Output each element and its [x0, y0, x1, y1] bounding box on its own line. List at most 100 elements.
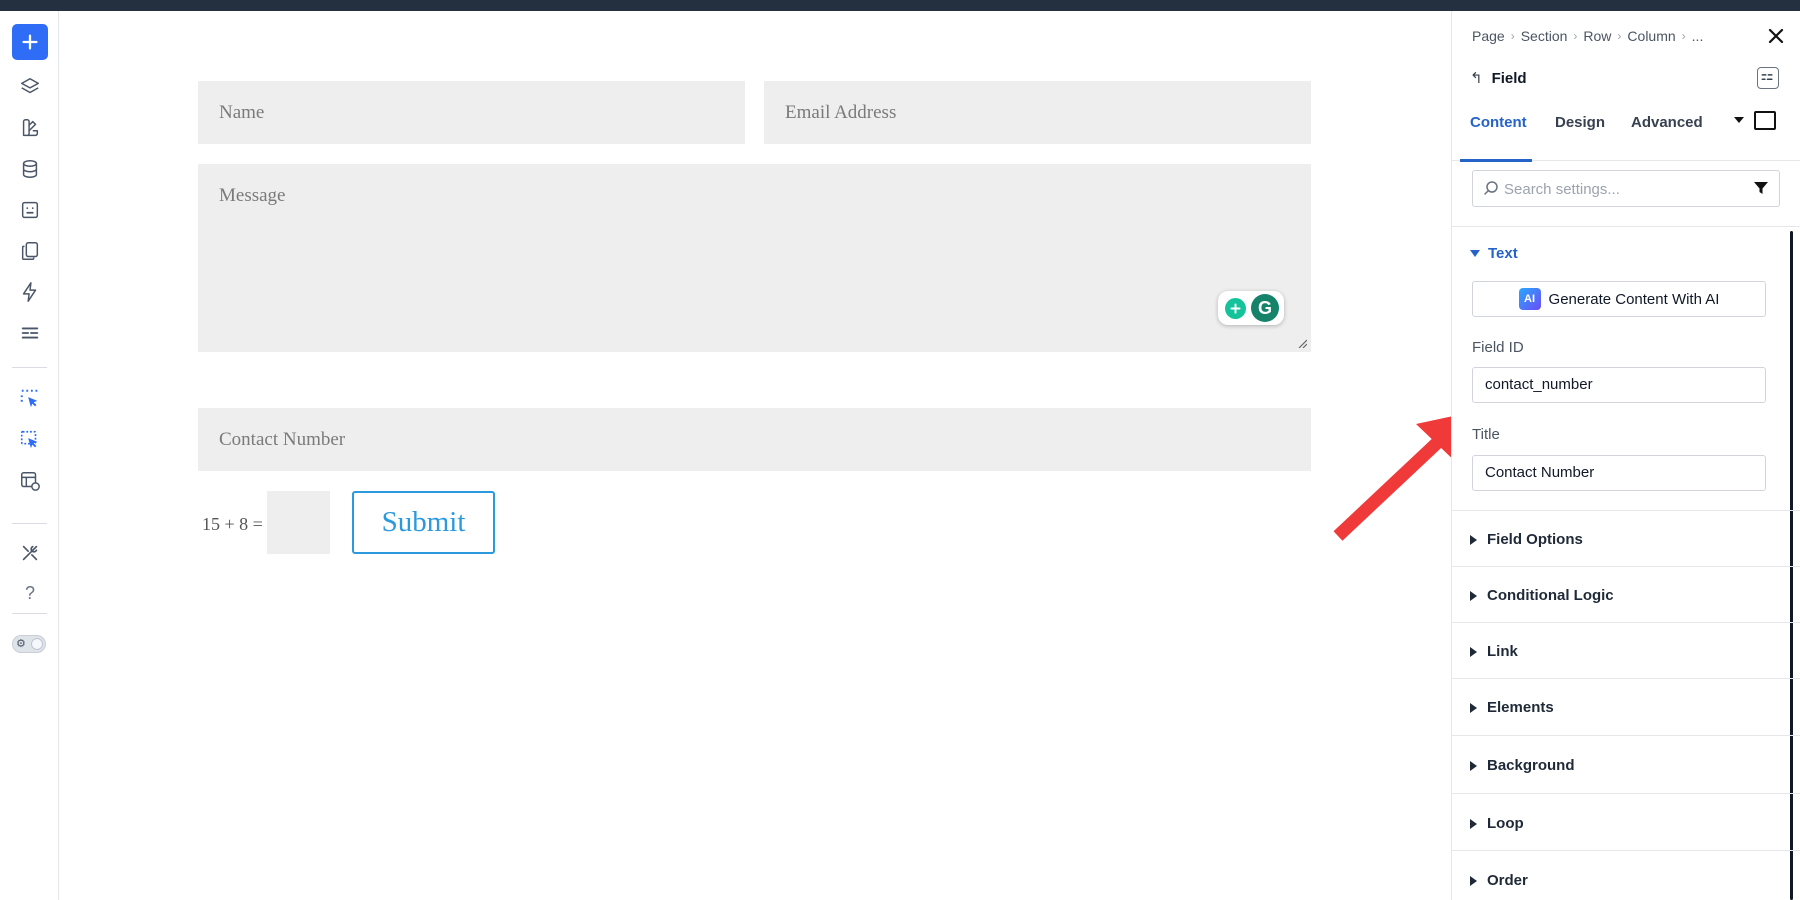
caret-right-icon — [1470, 818, 1477, 829]
element-title: Field — [1491, 69, 1527, 87]
breadcrumb: Page › Section › Row › Column › ... — [1472, 28, 1703, 44]
captcha-input[interactable] — [267, 491, 330, 554]
palette-icon — [22, 119, 39, 137]
theme-toggle[interactable]: ⚙ — [12, 635, 46, 653]
pages-icon — [21, 242, 39, 260]
top-bar — [0, 0, 1800, 11]
section-conditional-logic[interactable]: Conditional Logic — [1470, 587, 1614, 604]
layout-preview-button[interactable] — [12, 463, 48, 499]
element-header: ↰ Field — [1470, 69, 1527, 88]
grammarly-icon: G — [1251, 294, 1279, 322]
select-child-icon — [20, 430, 38, 449]
panel-divider — [1452, 622, 1800, 623]
captcha-question: 15 + 8 = — [202, 514, 263, 534]
email-placeholder: Email Address — [785, 102, 897, 123]
email-input[interactable]: Email Address — [764, 81, 1311, 144]
tools-icon — [22, 545, 38, 561]
name-input[interactable]: Name — [198, 81, 745, 144]
gear-icon: ⚙ — [16, 638, 26, 650]
plus-icon — [22, 34, 38, 50]
section-loop[interactable]: Loop — [1470, 815, 1524, 832]
ai-icon: AI — [1518, 288, 1541, 310]
toggle-knob — [31, 638, 43, 650]
contact-number-input[interactable]: Contact Number — [198, 408, 1311, 471]
caret-down-icon[interactable] — [1734, 117, 1744, 123]
tools-button[interactable] — [12, 535, 48, 571]
panel-divider — [1452, 850, 1800, 851]
breadcrumb-more[interactable]: ... — [1692, 28, 1704, 44]
section-label: Background — [1487, 757, 1575, 774]
structure-button[interactable] — [12, 315, 48, 351]
settings-panel: Page › Section › Row › Column › ... ↰ Fi… — [1451, 11, 1800, 900]
panel-divider — [1452, 793, 1800, 794]
help-button[interactable]: ? — [12, 575, 48, 611]
toolbar-divider — [12, 613, 47, 614]
templates-button[interactable] — [12, 192, 48, 228]
panel-divider — [1452, 226, 1800, 227]
database-icon — [22, 160, 38, 178]
settings-search-input[interactable]: Search settings... — [1472, 170, 1780, 207]
message-placeholder: Message — [219, 185, 286, 206]
toolbar-divider — [12, 367, 47, 368]
back-arrow-icon[interactable]: ↰ — [1470, 69, 1483, 87]
grammarly-widget[interactable]: G — [1218, 291, 1284, 325]
section-text-header[interactable]: Text — [1470, 245, 1518, 262]
contact-number-placeholder: Contact Number — [219, 429, 346, 450]
layers-icon — [21, 78, 39, 94]
chevron-right-icon: › — [1573, 29, 1578, 43]
chevron-right-icon: › — [1681, 29, 1686, 43]
select-parent-icon — [20, 389, 38, 408]
section-background[interactable]: Background — [1470, 757, 1575, 774]
tab-content[interactable]: Content — [1470, 109, 1527, 149]
layout-preview-icon — [21, 472, 40, 491]
field-id-label: Field ID — [1472, 339, 1524, 356]
title-input[interactable]: Contact Number — [1472, 455, 1766, 491]
generate-ai-button[interactable]: AI Generate Content With AI — [1472, 281, 1766, 317]
generate-ai-label: Generate Content With AI — [1548, 290, 1720, 308]
breadcrumb-page[interactable]: Page — [1472, 28, 1505, 44]
section-link[interactable]: Link — [1470, 643, 1518, 660]
layers-button[interactable] — [12, 69, 48, 105]
panel-divider — [1452, 566, 1800, 567]
panel-divider — [1452, 678, 1800, 679]
breadcrumb-column[interactable]: Column — [1627, 28, 1675, 44]
caret-right-icon — [1470, 702, 1477, 713]
rows-icon — [21, 327, 39, 339]
section-label: Order — [1487, 872, 1528, 889]
add-element-button[interactable] — [12, 24, 48, 60]
breadcrumb-section[interactable]: Section — [1521, 28, 1568, 44]
resize-handle-icon[interactable] — [1297, 338, 1307, 348]
close-icon[interactable] — [1765, 25, 1787, 47]
caret-right-icon — [1470, 875, 1477, 886]
style-button[interactable] — [12, 110, 48, 146]
interactions-button[interactable] — [12, 274, 48, 310]
section-order[interactable]: Order — [1470, 872, 1528, 889]
select-parent-button[interactable] — [12, 381, 48, 417]
filter-icon[interactable] — [1753, 180, 1769, 196]
breadcrumb-row[interactable]: Row — [1583, 28, 1611, 44]
name-placeholder: Name — [219, 102, 265, 123]
search-placeholder: Search settings... — [1504, 181, 1620, 198]
device-preview-icon[interactable] — [1754, 111, 1776, 130]
field-id-input[interactable]: contact_number — [1472, 367, 1766, 403]
caret-down-icon — [1470, 250, 1480, 257]
pages-button[interactable] — [12, 233, 48, 269]
settings-options-icon[interactable] — [1757, 67, 1779, 89]
tab-advanced[interactable]: Advanced — [1631, 109, 1703, 149]
chevron-right-icon: › — [1617, 29, 1622, 43]
section-label: Conditional Logic — [1487, 587, 1614, 604]
section-field-options[interactable]: Field Options — [1470, 531, 1583, 548]
active-tab-indicator — [1460, 159, 1532, 162]
tab-design[interactable]: Design — [1555, 109, 1605, 149]
data-button[interactable] — [12, 151, 48, 187]
section-elements[interactable]: Elements — [1470, 699, 1554, 716]
select-child-button[interactable] — [12, 422, 48, 458]
help-icon: ? — [24, 582, 35, 603]
section-label: Field Options — [1487, 531, 1583, 548]
message-textarea[interactable]: Message — [198, 164, 1311, 352]
section-text-label: Text — [1488, 245, 1518, 262]
caret-right-icon — [1470, 760, 1477, 771]
template-icon — [21, 201, 39, 219]
submit-button[interactable]: Submit — [352, 491, 495, 554]
section-label: Link — [1487, 643, 1518, 660]
